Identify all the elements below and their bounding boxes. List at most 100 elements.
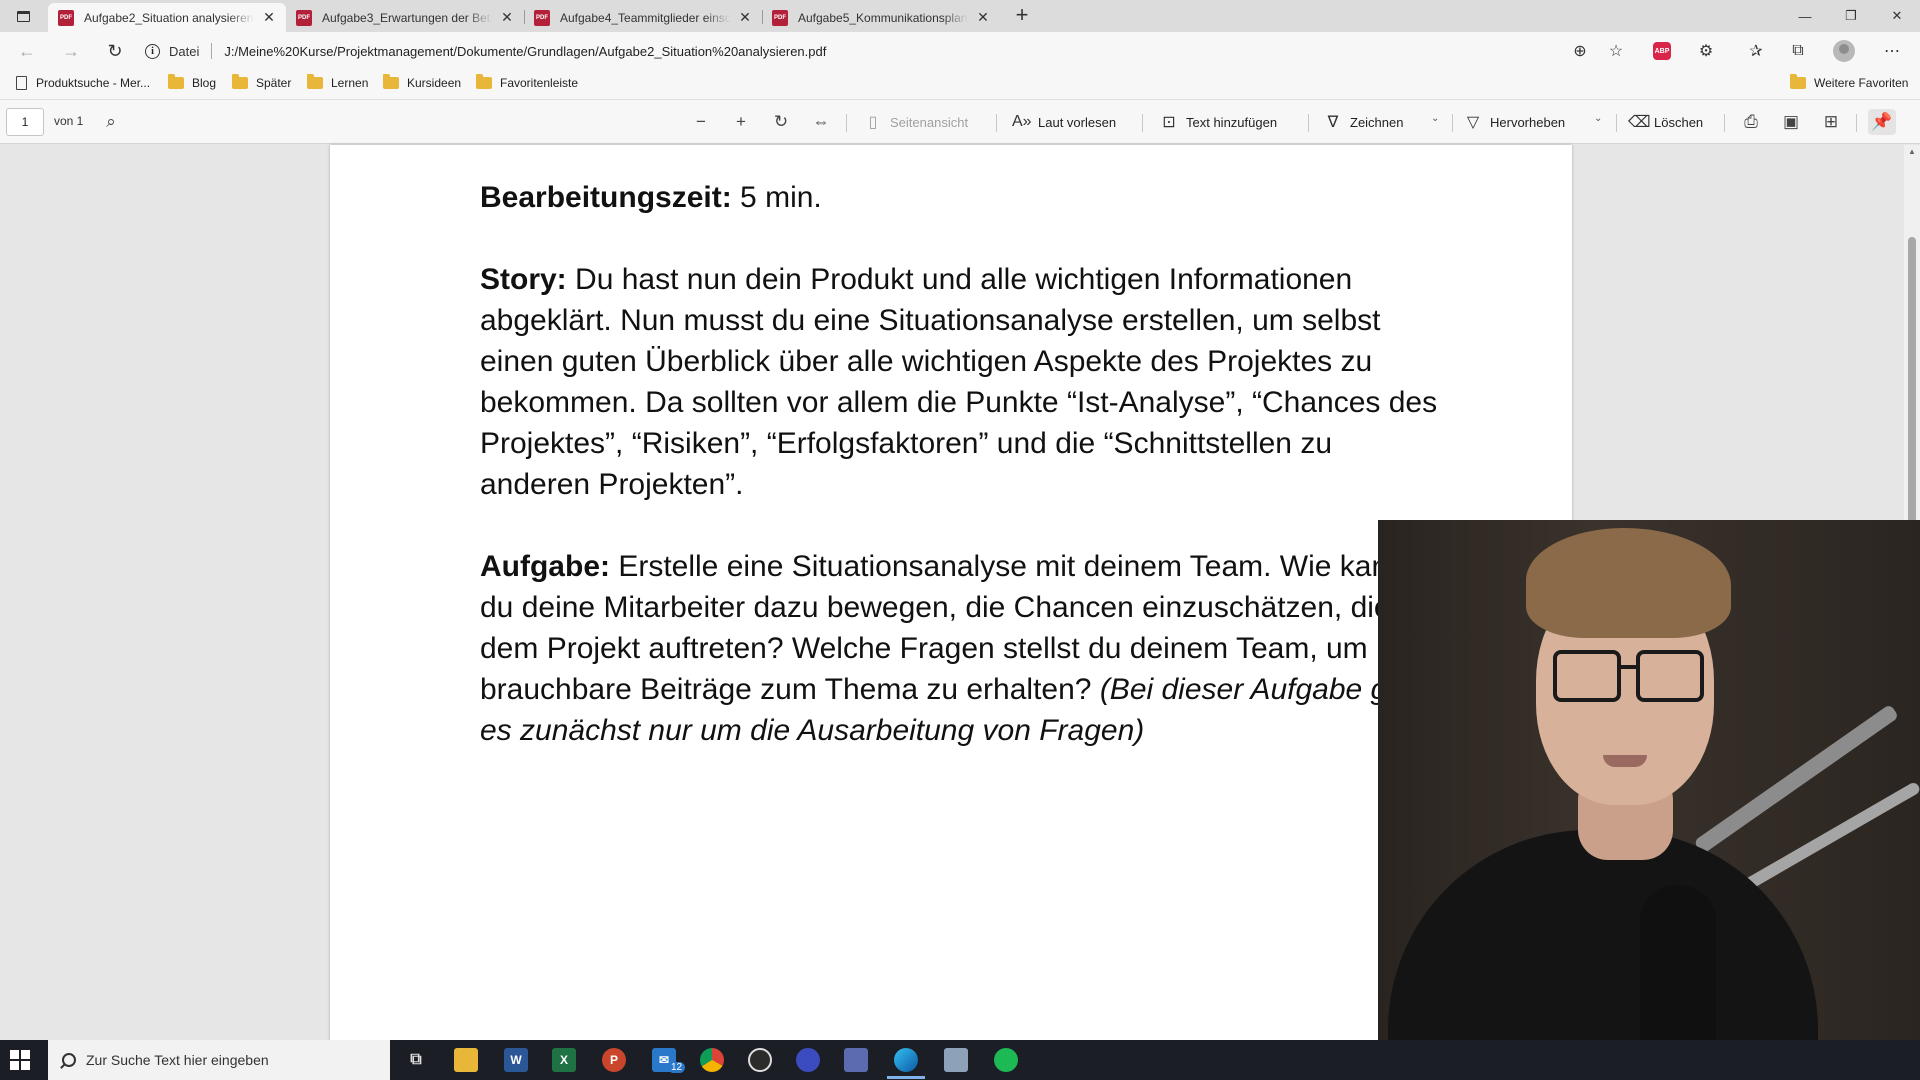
add-favorite-icon[interactable]: ☆	[1602, 39, 1630, 63]
toolbar-divider	[1142, 114, 1143, 132]
excel-icon[interactable]: X	[552, 1048, 576, 1072]
app-icon[interactable]	[944, 1048, 968, 1072]
pdf-icon: PDF	[772, 9, 788, 26]
more-menu-icon[interactable]: ⋯	[1878, 39, 1906, 63]
folder-icon	[383, 74, 399, 89]
app-icon[interactable]	[844, 1048, 868, 1072]
task-view-icon[interactable]: ⧉	[404, 1048, 428, 1072]
rotate-icon[interactable]: ↻	[770, 111, 792, 133]
story-paragraph: Story: Du hast nun dein Produkt und alle…	[480, 259, 1440, 505]
favorite-kursideen[interactable]: Kursideen	[383, 74, 461, 90]
pin-toolbar-icon[interactable]: 📌	[1868, 109, 1896, 135]
close-window-button[interactable]: ✕	[1874, 0, 1920, 32]
favorite-label: Später	[256, 76, 292, 90]
search-placeholder: Zur Suche Text hier eingeben	[86, 1052, 269, 1068]
highlight-options-chevron-icon[interactable]: ⌄	[1594, 113, 1602, 124]
favorite-spaeter[interactable]: Später	[232, 74, 292, 90]
favorite-favoritenleiste[interactable]: Favoritenleiste	[476, 74, 578, 90]
processing-time-paragraph: Bearbeitungszeit: 5 min.	[480, 177, 1440, 218]
erase-button[interactable]: ⌫ Löschen	[1628, 111, 1703, 133]
tab-aufgabe3[interactable]: PDF Aufgabe3_Erwartungen der Betroffenen…	[286, 3, 524, 32]
restore-button[interactable]: ❐	[1828, 0, 1874, 32]
toolbar-divider	[1856, 114, 1857, 132]
folder-icon	[232, 74, 248, 89]
find-icon[interactable]: ⌕	[100, 111, 122, 133]
page-view-button[interactable]: ▯ Seitenansicht	[864, 111, 968, 133]
favorite-label: Lernen	[331, 76, 369, 90]
toolbar-divider	[996, 114, 997, 132]
adblock-extension-icon[interactable]: ABP	[1648, 39, 1676, 63]
pdf-icon: PDF	[58, 9, 74, 26]
back-button[interactable]: ←	[14, 39, 40, 63]
pdf-icon: PDF	[534, 9, 550, 26]
url-field[interactable]: i Datei J:/Meine%20Kurse/Projektmanageme…	[145, 36, 1625, 66]
tab-aufgabe2[interactable]: PDF Aufgabe2_Situation analysieren.pdf ✕	[48, 3, 286, 32]
print-icon[interactable]: ⎙	[1740, 111, 1762, 133]
favorites-bar: Produktsuche - Mer... Blog Später Lernen…	[0, 70, 1920, 100]
page-number-input[interactable]: 1	[6, 108, 44, 136]
minimize-button[interactable]: —	[1782, 0, 1828, 32]
draw-button[interactable]: ∇ Zeichnen	[1324, 111, 1404, 133]
tab-title: Aufgabe3_Erwartungen der Betroffenen	[322, 10, 492, 25]
close-tab-icon[interactable]: ✕	[498, 9, 516, 26]
favorites-icon[interactable]: ✰	[1742, 39, 1770, 63]
save-icon[interactable]: ▣	[1780, 111, 1802, 133]
save-as-icon[interactable]: ⊞	[1820, 111, 1842, 133]
forward-button[interactable]: →	[58, 39, 84, 63]
toolbar-divider	[846, 114, 847, 132]
extensions-icon[interactable]: ⚙	[1692, 39, 1720, 63]
page-count: von 1	[54, 114, 84, 128]
chrome-icon[interactable]	[700, 1048, 724, 1072]
word-icon[interactable]: W	[504, 1048, 528, 1072]
powerpoint-icon[interactable]: P	[602, 1048, 626, 1072]
read-aloud-button[interactable]: A» Laut vorlesen	[1012, 111, 1116, 133]
info-icon[interactable]: i	[145, 43, 160, 59]
url-text[interactable]: J:/Meine%20Kurse/Projektmanagement/Dokum…	[224, 44, 826, 59]
tab-strip: PDF Aufgabe2_Situation analysieren.pdf ✕…	[0, 0, 1920, 32]
toolbar-divider	[1724, 114, 1725, 132]
processing-time-label: Bearbeitungszeit:	[480, 181, 732, 214]
collections-icon[interactable]: ⧉	[1784, 39, 1812, 63]
obs-icon[interactable]	[748, 1048, 772, 1072]
windows-start-icon[interactable]	[10, 1050, 30, 1070]
favorite-lernen[interactable]: Lernen	[307, 74, 369, 90]
tab-aufgabe4[interactable]: PDF Aufgabe4_Teammitglieder einschätzen …	[524, 3, 762, 32]
other-favorites[interactable]: Weitere Favoriten	[1790, 74, 1908, 90]
tab-aufgabe5[interactable]: PDF Aufgabe5_Kommunikationsplan ✕	[762, 3, 1000, 32]
page-icon	[16, 76, 27, 90]
highlight-icon: ▽	[1466, 114, 1480, 131]
tab-actions-menu-icon[interactable]	[8, 4, 38, 28]
toolbar-divider	[1308, 114, 1309, 132]
highlight-button[interactable]: ▽ Hervorheben	[1464, 111, 1565, 133]
app-icon[interactable]	[796, 1048, 820, 1072]
story-text: Du hast nun dein Produkt und alle wichti…	[480, 263, 1438, 501]
taskbar-search-input[interactable]: Zur Suche Text hier eingeben	[48, 1040, 390, 1080]
folder-icon	[307, 74, 323, 89]
zoom-in-icon[interactable]: +	[730, 111, 752, 133]
spotify-icon[interactable]	[994, 1048, 1018, 1072]
scroll-up-icon[interactable]: ▲	[1908, 147, 1916, 156]
edge-icon[interactable]	[894, 1048, 918, 1072]
profile-avatar[interactable]	[1830, 39, 1858, 63]
new-tab-button[interactable]: +	[1010, 4, 1034, 28]
file-explorer-icon[interactable]	[454, 1048, 478, 1072]
add-text-button[interactable]: ⊡ Text hinzufügen	[1160, 111, 1277, 133]
favorite-blog[interactable]: Blog	[168, 74, 216, 90]
zoom-out-icon[interactable]: −	[690, 111, 712, 133]
close-tab-icon[interactable]: ✕	[974, 9, 992, 26]
draw-options-chevron-icon[interactable]: ⌄	[1431, 113, 1439, 124]
microphone	[1640, 885, 1716, 1040]
pdf-icon: PDF	[296, 9, 312, 26]
zoom-icon[interactable]: ⊕	[1566, 39, 1594, 63]
folder-icon	[476, 74, 492, 89]
document-content: Bearbeitungszeit: 5 min. Story: Du hast …	[480, 177, 1440, 792]
close-tab-icon[interactable]: ✕	[260, 9, 278, 26]
folder-icon	[1790, 74, 1806, 89]
reload-button[interactable]: ↻	[102, 39, 128, 63]
mail-badge: 12	[668, 1062, 686, 1073]
add-text-icon: ⊡	[1162, 114, 1176, 131]
favorite-produktsuche[interactable]: Produktsuche - Mer...	[16, 76, 150, 90]
fit-page-icon[interactable]: ⇔	[810, 111, 832, 133]
close-tab-icon[interactable]: ✕	[736, 9, 754, 26]
story-label: Story:	[480, 263, 567, 296]
